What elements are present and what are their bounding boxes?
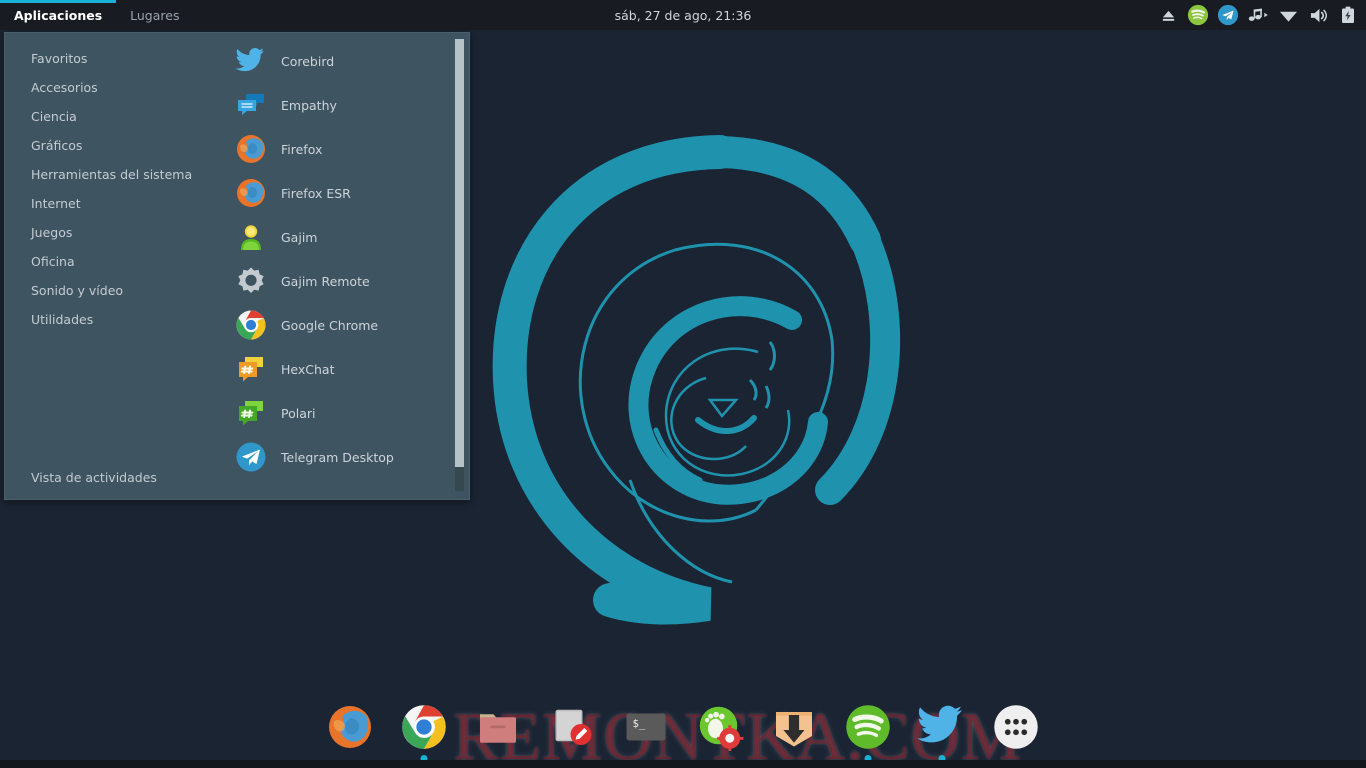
app-label: HexChat: [281, 362, 334, 377]
dock-item-files[interactable]: [474, 703, 522, 751]
system-tray: [1154, 0, 1362, 30]
app-label: Gajim Remote: [281, 274, 370, 289]
menu-aplicaciones[interactable]: Aplicaciones: [0, 0, 116, 30]
activities-view-button[interactable]: Vista de actividades: [5, 470, 157, 485]
category-label: Oficina: [31, 254, 75, 269]
spotify-tray-icon[interactable]: [1184, 0, 1212, 30]
svg-text:$_: $_: [633, 718, 646, 730]
dock-item-spotify[interactable]: [844, 703, 892, 751]
category-list: Favoritos Accesorios Ciencia Gráficos He…: [5, 33, 225, 499]
empathy-icon: [235, 89, 267, 121]
dock-item-firefox[interactable]: [326, 703, 374, 751]
app-item-google-chrome[interactable]: Google Chrome: [225, 303, 469, 347]
dock-item-tweaks[interactable]: [696, 703, 744, 751]
app-label: Gajim: [281, 230, 317, 245]
dock-item-terminal[interactable]: $_: [622, 703, 670, 751]
category-favoritos[interactable]: Favoritos: [5, 44, 225, 73]
category-label: Ciencia: [31, 109, 77, 124]
menu-aplicaciones-label: Aplicaciones: [14, 8, 102, 23]
application-list: Corebird Empathy: [225, 33, 469, 499]
firefox-esr-icon: [235, 177, 267, 209]
hexchat-icon: [235, 353, 267, 385]
app-item-gajim-remote[interactable]: Gajim Remote: [225, 259, 469, 303]
dock-item-app-grid[interactable]: [992, 703, 1040, 751]
category-label: Sonido y vídeo: [31, 283, 123, 298]
chrome-icon: [235, 309, 267, 341]
category-label: Juegos: [31, 225, 72, 240]
category-oficina[interactable]: Oficina: [5, 247, 225, 276]
app-item-firefox[interactable]: Firefox: [225, 127, 469, 171]
category-label: Herramientas del sistema: [31, 167, 192, 182]
dock-item-downloads[interactable]: [770, 703, 818, 751]
app-label: Google Chrome: [281, 318, 378, 333]
app-label: Firefox: [281, 142, 322, 157]
menu-lugares[interactable]: Lugares: [116, 0, 193, 30]
corebird-icon: [235, 45, 267, 77]
bottom-edge-strip: [0, 760, 1366, 768]
category-internet[interactable]: Internet: [5, 189, 225, 218]
category-label: Accesorios: [31, 80, 98, 95]
polari-icon: [235, 397, 267, 429]
app-label: Corebird: [281, 54, 334, 69]
category-sonido-y-video[interactable]: Sonido y vídeo: [5, 276, 225, 305]
gajim-icon: [235, 221, 267, 253]
category-utilidades[interactable]: Utilidades: [5, 305, 225, 334]
category-label: Utilidades: [31, 312, 93, 327]
top-panel: Aplicaciones Lugares sáb, 27 de ago, 21:…: [0, 0, 1366, 30]
app-item-corebird[interactable]: Corebird: [225, 39, 469, 83]
app-label: Firefox ESR: [281, 186, 351, 201]
volume-icon[interactable]: [1304, 0, 1332, 30]
clock-label: sáb, 27 de ago, 21:36: [615, 8, 752, 23]
activities-view-label: Vista de actividades: [31, 470, 157, 485]
category-label: Internet: [31, 196, 81, 211]
category-herramientas-del-sistema[interactable]: Herramientas del sistema: [5, 160, 225, 189]
app-item-polari[interactable]: Polari: [225, 391, 469, 435]
telegram-icon: [235, 441, 267, 473]
app-item-empathy[interactable]: Empathy: [225, 83, 469, 127]
gajim-remote-icon: [235, 265, 267, 297]
app-label: Polari: [281, 406, 316, 421]
app-item-gajim[interactable]: Gajim: [225, 215, 469, 259]
category-ciencia[interactable]: Ciencia: [5, 102, 225, 131]
category-label: Gráficos: [31, 138, 82, 153]
telegram-tray-icon[interactable]: [1214, 0, 1242, 30]
music-note-icon[interactable]: [1244, 0, 1272, 30]
category-graficos[interactable]: Gráficos: [5, 131, 225, 160]
category-label: Favoritos: [31, 51, 87, 66]
app-item-telegram-desktop[interactable]: Telegram Desktop: [225, 435, 469, 479]
dock: $_: [0, 696, 1366, 758]
category-juegos[interactable]: Juegos: [5, 218, 225, 247]
applications-menu: Favoritos Accesorios Ciencia Gráficos He…: [4, 32, 470, 500]
firefox-icon: [235, 133, 267, 165]
app-item-firefox-esr[interactable]: Firefox ESR: [225, 171, 469, 215]
dock-item-chrome[interactable]: [400, 703, 448, 751]
battery-icon[interactable]: [1334, 0, 1362, 30]
app-label: Telegram Desktop: [281, 450, 394, 465]
menu-lugares-label: Lugares: [130, 8, 179, 23]
dock-item-text-editor[interactable]: [548, 703, 596, 751]
app-label: Empathy: [281, 98, 337, 113]
debian-swirl-logo: [470, 130, 930, 630]
app-list-scrollbar-thumb[interactable]: [455, 39, 464, 467]
app-item-hexchat[interactable]: HexChat: [225, 347, 469, 391]
dock-item-corebird[interactable]: [918, 703, 966, 751]
eject-icon[interactable]: [1154, 0, 1182, 30]
category-accesorios[interactable]: Accesorios: [5, 73, 225, 102]
wifi-icon[interactable]: [1274, 0, 1302, 30]
